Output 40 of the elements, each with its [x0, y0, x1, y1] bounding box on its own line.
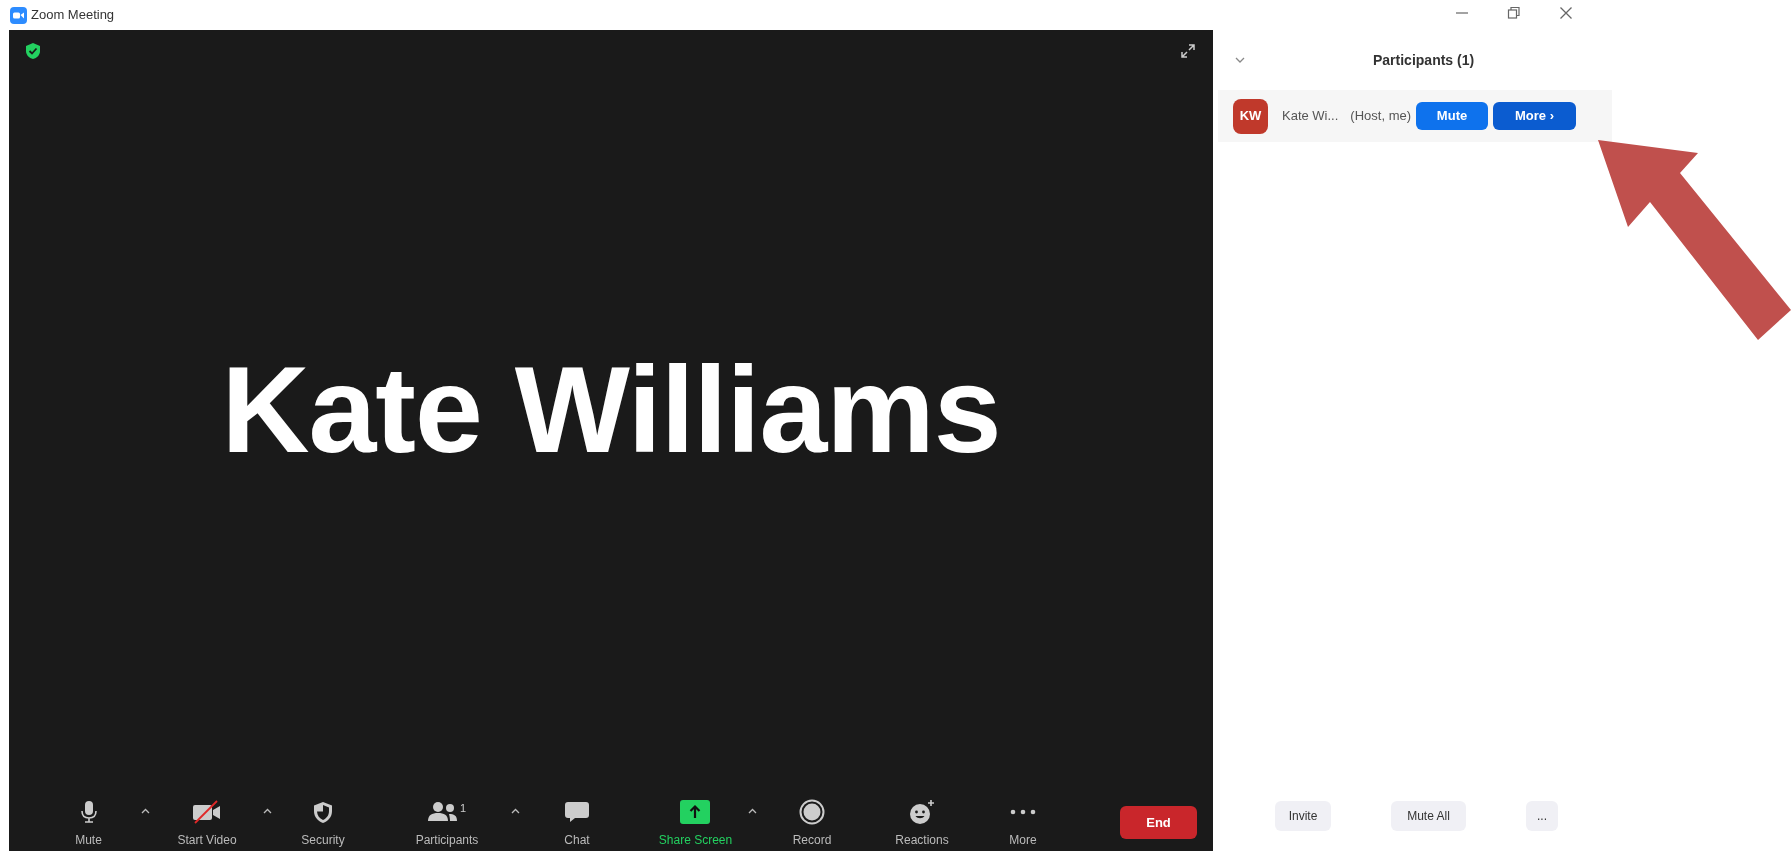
participant-name: Kate Wi...	[1282, 107, 1339, 126]
more-dots-icon	[1010, 809, 1036, 815]
avatar: KW	[1233, 98, 1268, 134]
toolbar-button[interactable]: Mute	[75, 798, 102, 849]
toolbar-button[interactable]: More	[1009, 798, 1037, 849]
caret-icon[interactable]	[141, 808, 150, 814]
record-icon	[799, 799, 825, 825]
shield-icon	[313, 800, 333, 824]
close-icon[interactable]	[1559, 6, 1573, 20]
chat-bubble-icon	[564, 800, 590, 824]
participant-row[interactable]: KW Kate Wi... (Host, me) Mute More ›	[1218, 90, 1612, 142]
fullscreen-icon[interactable]	[1179, 42, 1197, 60]
app-logo-icon	[10, 6, 27, 24]
window-title: Zoom Meeting	[31, 6, 115, 25]
caret-icon[interactable]	[748, 808, 757, 814]
restore-icon[interactable]	[1507, 6, 1521, 20]
toolbar-button[interactable]: Reactions	[895, 798, 949, 849]
caret-icon[interactable]	[263, 808, 272, 814]
footer-button[interactable]: Invite	[1275, 801, 1331, 831]
footer-button[interactable]: Mute All	[1391, 801, 1466, 831]
participant-name: Kate Williams	[221, 341, 1001, 480]
participant-role: (Host, me)	[1350, 107, 1412, 126]
participant-count: 1	[459, 801, 467, 816]
microphone-icon	[79, 800, 98, 824]
toolbar-button[interactable]: Share Screen	[658, 798, 733, 849]
collapse-chevron-icon[interactable]	[1235, 56, 1245, 64]
end-button[interactable]: End	[1120, 806, 1197, 839]
smiley-icon	[909, 799, 935, 825]
caret-icon[interactable]	[511, 808, 520, 814]
participant-action-button[interactable]: More ›	[1493, 102, 1577, 130]
people-icon	[427, 801, 458, 823]
toolbar-button[interactable]: Security	[301, 798, 345, 849]
toolbar-button[interactable]: Chat	[564, 798, 590, 849]
panel-title: Participants (1)	[1373, 50, 1475, 70]
shield-check-icon[interactable]	[25, 42, 41, 60]
footer-button[interactable]: ...	[1526, 801, 1558, 831]
toolbar-button[interactable]: Start Video	[177, 798, 237, 849]
participant-action-button[interactable]: Mute	[1416, 102, 1489, 130]
toolbar-button[interactable]: 1 Participants	[415, 798, 479, 849]
toolbar-button[interactable]: Record	[792, 798, 832, 849]
